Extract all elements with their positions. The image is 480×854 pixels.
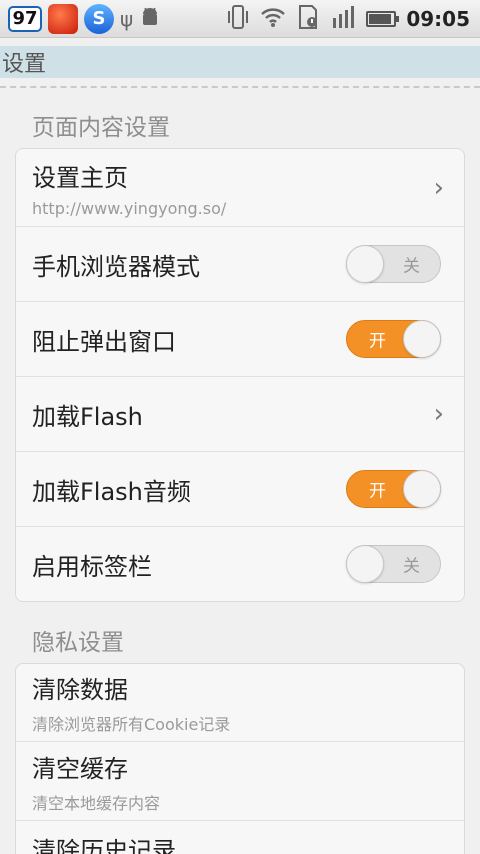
row-subtitle: http://www.yingyong.so/	[32, 198, 227, 218]
row-title: 清除历史记录	[32, 837, 176, 854]
row-subtitle: 清空本地缓存内容	[32, 793, 161, 813]
mobile-browser-mode-toggle[interactable]: 关	[346, 245, 441, 283]
toggle-knob	[403, 320, 441, 358]
chevron-right-icon: ›	[433, 399, 444, 429]
vibrate-icon	[226, 4, 250, 34]
row-title: 清除数据	[32, 676, 128, 704]
clock: 09:05	[406, 6, 470, 31]
notification-badge-icon: 97	[8, 5, 42, 32]
wifi-icon	[260, 6, 286, 32]
toggle-label: 开	[369, 481, 386, 502]
row-title: 设置主页	[32, 163, 128, 192]
sd-card-alert-icon	[296, 4, 320, 34]
toggle-label: 关	[403, 556, 420, 577]
clear-cache-row[interactable]: 清空缓存 清空本地缓存内容	[16, 742, 464, 821]
load-flash-row[interactable]: 加载Flash ›	[16, 377, 464, 452]
section-title-privacy: 隐私设置	[32, 630, 124, 656]
row-title: 清空缓存	[32, 754, 128, 783]
chevron-right-icon: ›	[433, 172, 444, 203]
enable-tabbar-row[interactable]: 启用标签栏 关	[16, 527, 464, 601]
privacy-settings-card: 清除数据 清除浏览器所有Cookie记录 清空缓存 清空本地缓存内容 清除历史记…	[15, 663, 465, 854]
clear-data-row[interactable]: 清除数据 清除浏览器所有Cookie记录	[16, 664, 464, 742]
battery-icon	[366, 10, 400, 27]
enable-tabbar-toggle[interactable]: 关	[346, 545, 441, 583]
signal-icon	[330, 4, 356, 34]
toggle-label: 关	[403, 256, 420, 277]
toggle-knob	[346, 245, 384, 283]
divider	[0, 86, 480, 88]
block-popups-row[interactable]: 阻止弹出窗口 开	[16, 302, 464, 377]
toggle-knob	[403, 470, 441, 508]
usb-icon: ψ	[120, 6, 134, 31]
row-subtitle: 清除浏览器所有Cookie记录	[32, 715, 231, 734]
clear-history-row[interactable]: 清除历史记录	[16, 821, 464, 854]
set-homepage-row[interactable]: 设置主页 http://www.yingyong.so/ ›	[16, 149, 464, 227]
s-app-icon: S	[84, 3, 114, 34]
page-content-settings-card: 设置主页 http://www.yingyong.so/ › 手机浏览器模式 关…	[15, 148, 465, 602]
load-flash-audio-toggle[interactable]: 开	[346, 470, 441, 508]
toggle-label: 开	[369, 331, 386, 352]
status-bar: 97 S ψ 09:05	[0, 0, 480, 38]
row-title: 加载Flash	[32, 402, 143, 431]
toggle-knob	[346, 545, 384, 583]
page-title-bar: 设置	[0, 46, 480, 78]
app-notification-icon	[48, 3, 78, 34]
mobile-browser-mode-row[interactable]: 手机浏览器模式 关	[16, 227, 464, 302]
android-icon	[139, 6, 161, 31]
block-popups-toggle[interactable]: 开	[346, 320, 441, 358]
load-flash-audio-row[interactable]: 加载Flash音频 开	[16, 452, 464, 527]
section-title-page-content: 页面内容设置	[32, 115, 170, 141]
page-title: 设置	[2, 52, 47, 77]
